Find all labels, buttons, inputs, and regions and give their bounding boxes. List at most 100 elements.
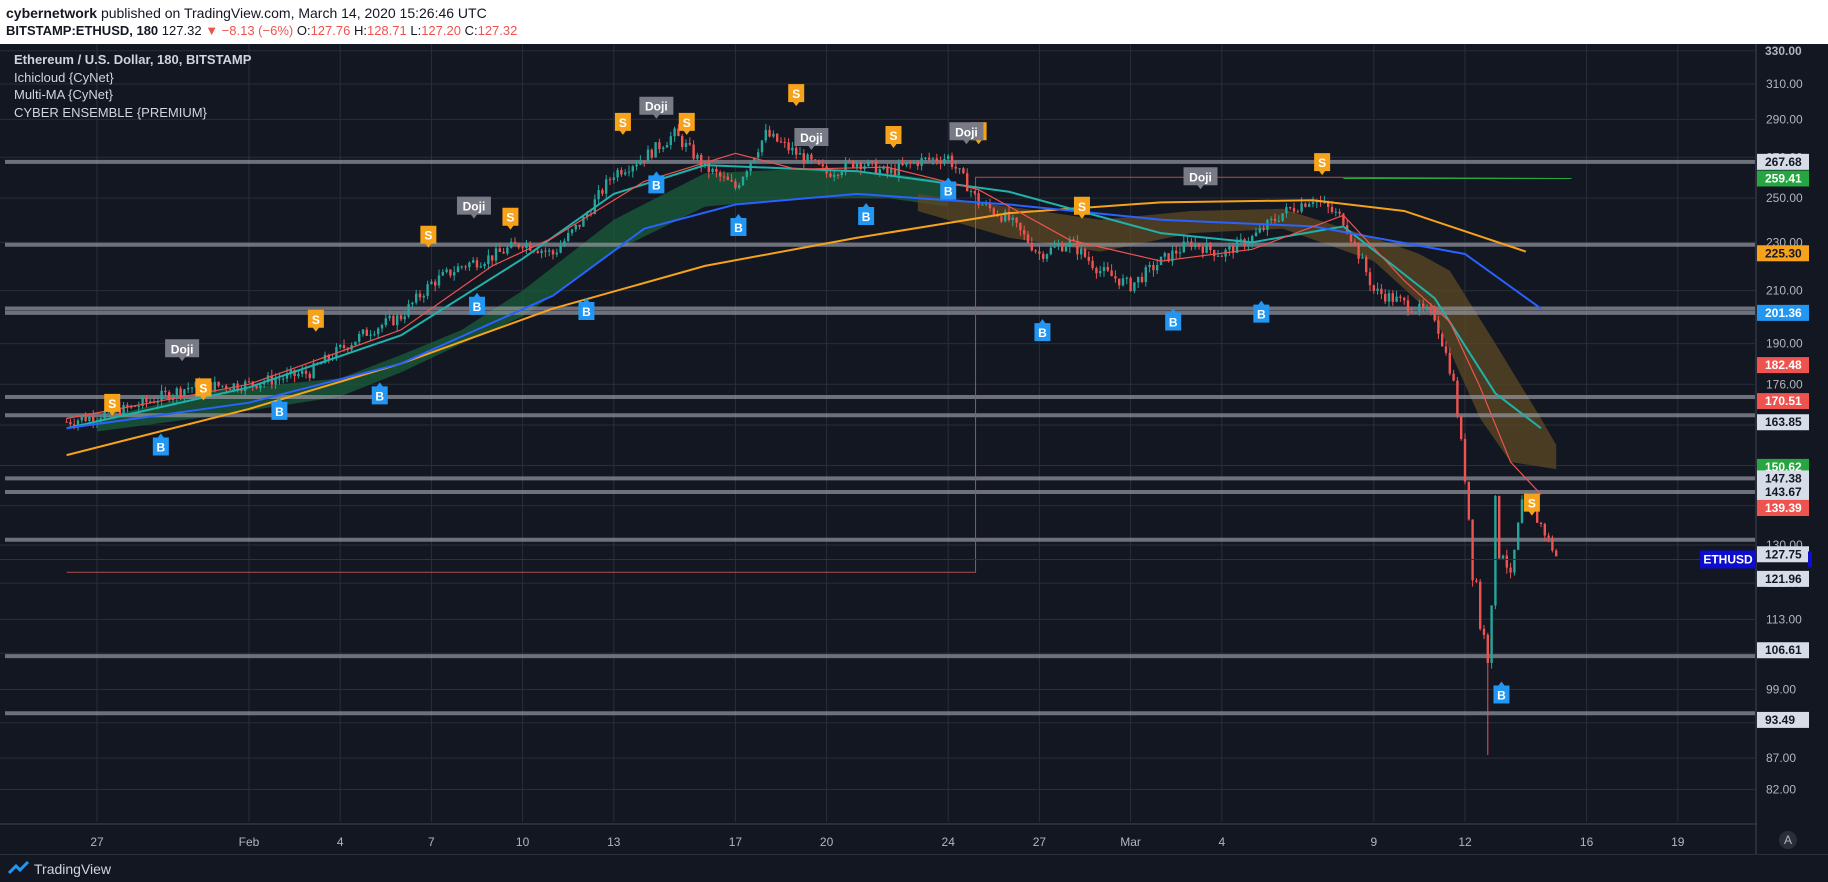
candle [654, 142, 657, 158]
candle-body [707, 161, 710, 173]
candle-body [1175, 250, 1178, 254]
tradingview-brand[interactable]: TradingView [34, 861, 111, 877]
time-axis-tick-label: 24 [942, 835, 956, 849]
candle-body [1061, 245, 1064, 252]
candle-body [958, 168, 961, 170]
candle [1463, 433, 1467, 485]
candle-body [574, 224, 577, 230]
candle-body [1015, 217, 1018, 223]
candle [1467, 481, 1470, 521]
candle-body [145, 397, 148, 403]
candle-body [1197, 243, 1201, 247]
candle-body [1372, 285, 1375, 291]
doji-marker-label: Doji [645, 100, 668, 114]
candle-body [441, 271, 444, 276]
candle-body [1247, 242, 1250, 247]
candle-body [950, 155, 954, 167]
candle-body [810, 154, 813, 160]
candle-body [1030, 242, 1033, 251]
candle-body [1429, 307, 1432, 310]
sell-signal-label: S [792, 87, 800, 101]
candle-body [1460, 416, 1463, 440]
price-label: 121.96 [1757, 570, 1809, 587]
candle-body [301, 370, 304, 374]
open-value: 127.76 [310, 23, 351, 38]
candle-body [88, 416, 91, 422]
candle-body [931, 158, 935, 160]
candle-body [175, 388, 178, 397]
candle-body [388, 315, 391, 319]
time-axis-tick-label: 9 [1370, 835, 1377, 849]
candle-body [456, 266, 460, 273]
candle-body [601, 190, 604, 194]
candle-body [1387, 293, 1391, 302]
candle-body [536, 251, 539, 254]
candle-body [673, 128, 676, 137]
candle-body [1406, 300, 1410, 312]
candle-body [616, 170, 619, 178]
candle-body [510, 241, 513, 248]
candle-body [1418, 303, 1421, 312]
buy-signal-label: B [862, 210, 871, 224]
price-label-text: 259.41 [1765, 171, 1802, 185]
candle-body [183, 389, 186, 397]
candle-body [992, 208, 995, 215]
price-chart[interactable]: SBSBSBSBSBSBSBSBSBSBSBBSBSDojiDojiDojiDo… [0, 44, 1828, 854]
candle-body [1254, 232, 1258, 237]
candle-body [597, 190, 600, 200]
candle-body [1114, 276, 1117, 279]
candle-body [187, 387, 190, 390]
time-axis-tick-label: 13 [607, 835, 621, 849]
candle-body [1482, 628, 1486, 635]
legend-main-series[interactable]: Ethereum / U.S. Dollar, 180, BITSTAMP [14, 51, 251, 69]
candle [1490, 605, 1493, 669]
candle-body [1448, 352, 1451, 374]
candle-body [361, 329, 365, 335]
candle-body [836, 174, 840, 176]
chart-area[interactable]: SBSBSBSBSBSBSBSBSBSBSBBSBSDojiDojiDojiDo… [0, 44, 1828, 854]
candle-body [1205, 242, 1208, 253]
candle-body [555, 252, 558, 255]
candle-body [662, 147, 665, 150]
auto-scale-button[interactable]: A [1779, 831, 1797, 849]
candle-body [521, 247, 524, 249]
candle-body [916, 161, 919, 166]
buy-signal-label: B [1038, 326, 1047, 340]
price-label-text: 201.36 [1765, 306, 1802, 320]
candle-body [791, 147, 794, 151]
sell-signal-label: S [506, 211, 514, 225]
price-axis-tick-label: 210.00 [1766, 284, 1803, 298]
legend-ichicloud[interactable]: Ichicloud {CyNet} [14, 69, 251, 87]
candle-body [684, 143, 688, 147]
candle-body [1140, 276, 1144, 283]
author-name[interactable]: cybernetwork [6, 5, 97, 21]
candle [1520, 495, 1524, 524]
open-label: O: [296, 23, 311, 38]
legend-cyber-ensemble[interactable]: CYBER ENSEMBLE {PREMIUM} [14, 104, 251, 122]
candle-body [1304, 203, 1307, 207]
doji-marker-label: Doji [1189, 170, 1212, 184]
candle-body [1539, 522, 1543, 524]
price-label-text: 127.75 [1765, 547, 1802, 561]
candle-body [1213, 250, 1216, 257]
candle-body [779, 141, 783, 143]
price-label: 106.61 [1757, 642, 1809, 659]
candle-body [814, 159, 817, 161]
candle-body [969, 191, 973, 193]
price-axis-tick-label: 82.00 [1766, 782, 1796, 796]
candle-body [494, 248, 498, 261]
price-change: ▼ −8.13 (−6%) [205, 23, 294, 38]
candle-body [407, 304, 410, 317]
candle [1551, 535, 1554, 553]
candle-body [1216, 255, 1220, 257]
candle-body [646, 149, 650, 162]
candle-body [776, 133, 779, 142]
candle [1513, 549, 1516, 576]
candle-body [551, 250, 555, 255]
candle-body [460, 266, 463, 268]
legend-multi-ma[interactable]: Multi-MA {CyNet} [14, 86, 251, 104]
candle-body [806, 154, 809, 164]
candle-body [627, 171, 631, 173]
candle-body [1403, 297, 1406, 301]
candle-body [1289, 207, 1292, 209]
